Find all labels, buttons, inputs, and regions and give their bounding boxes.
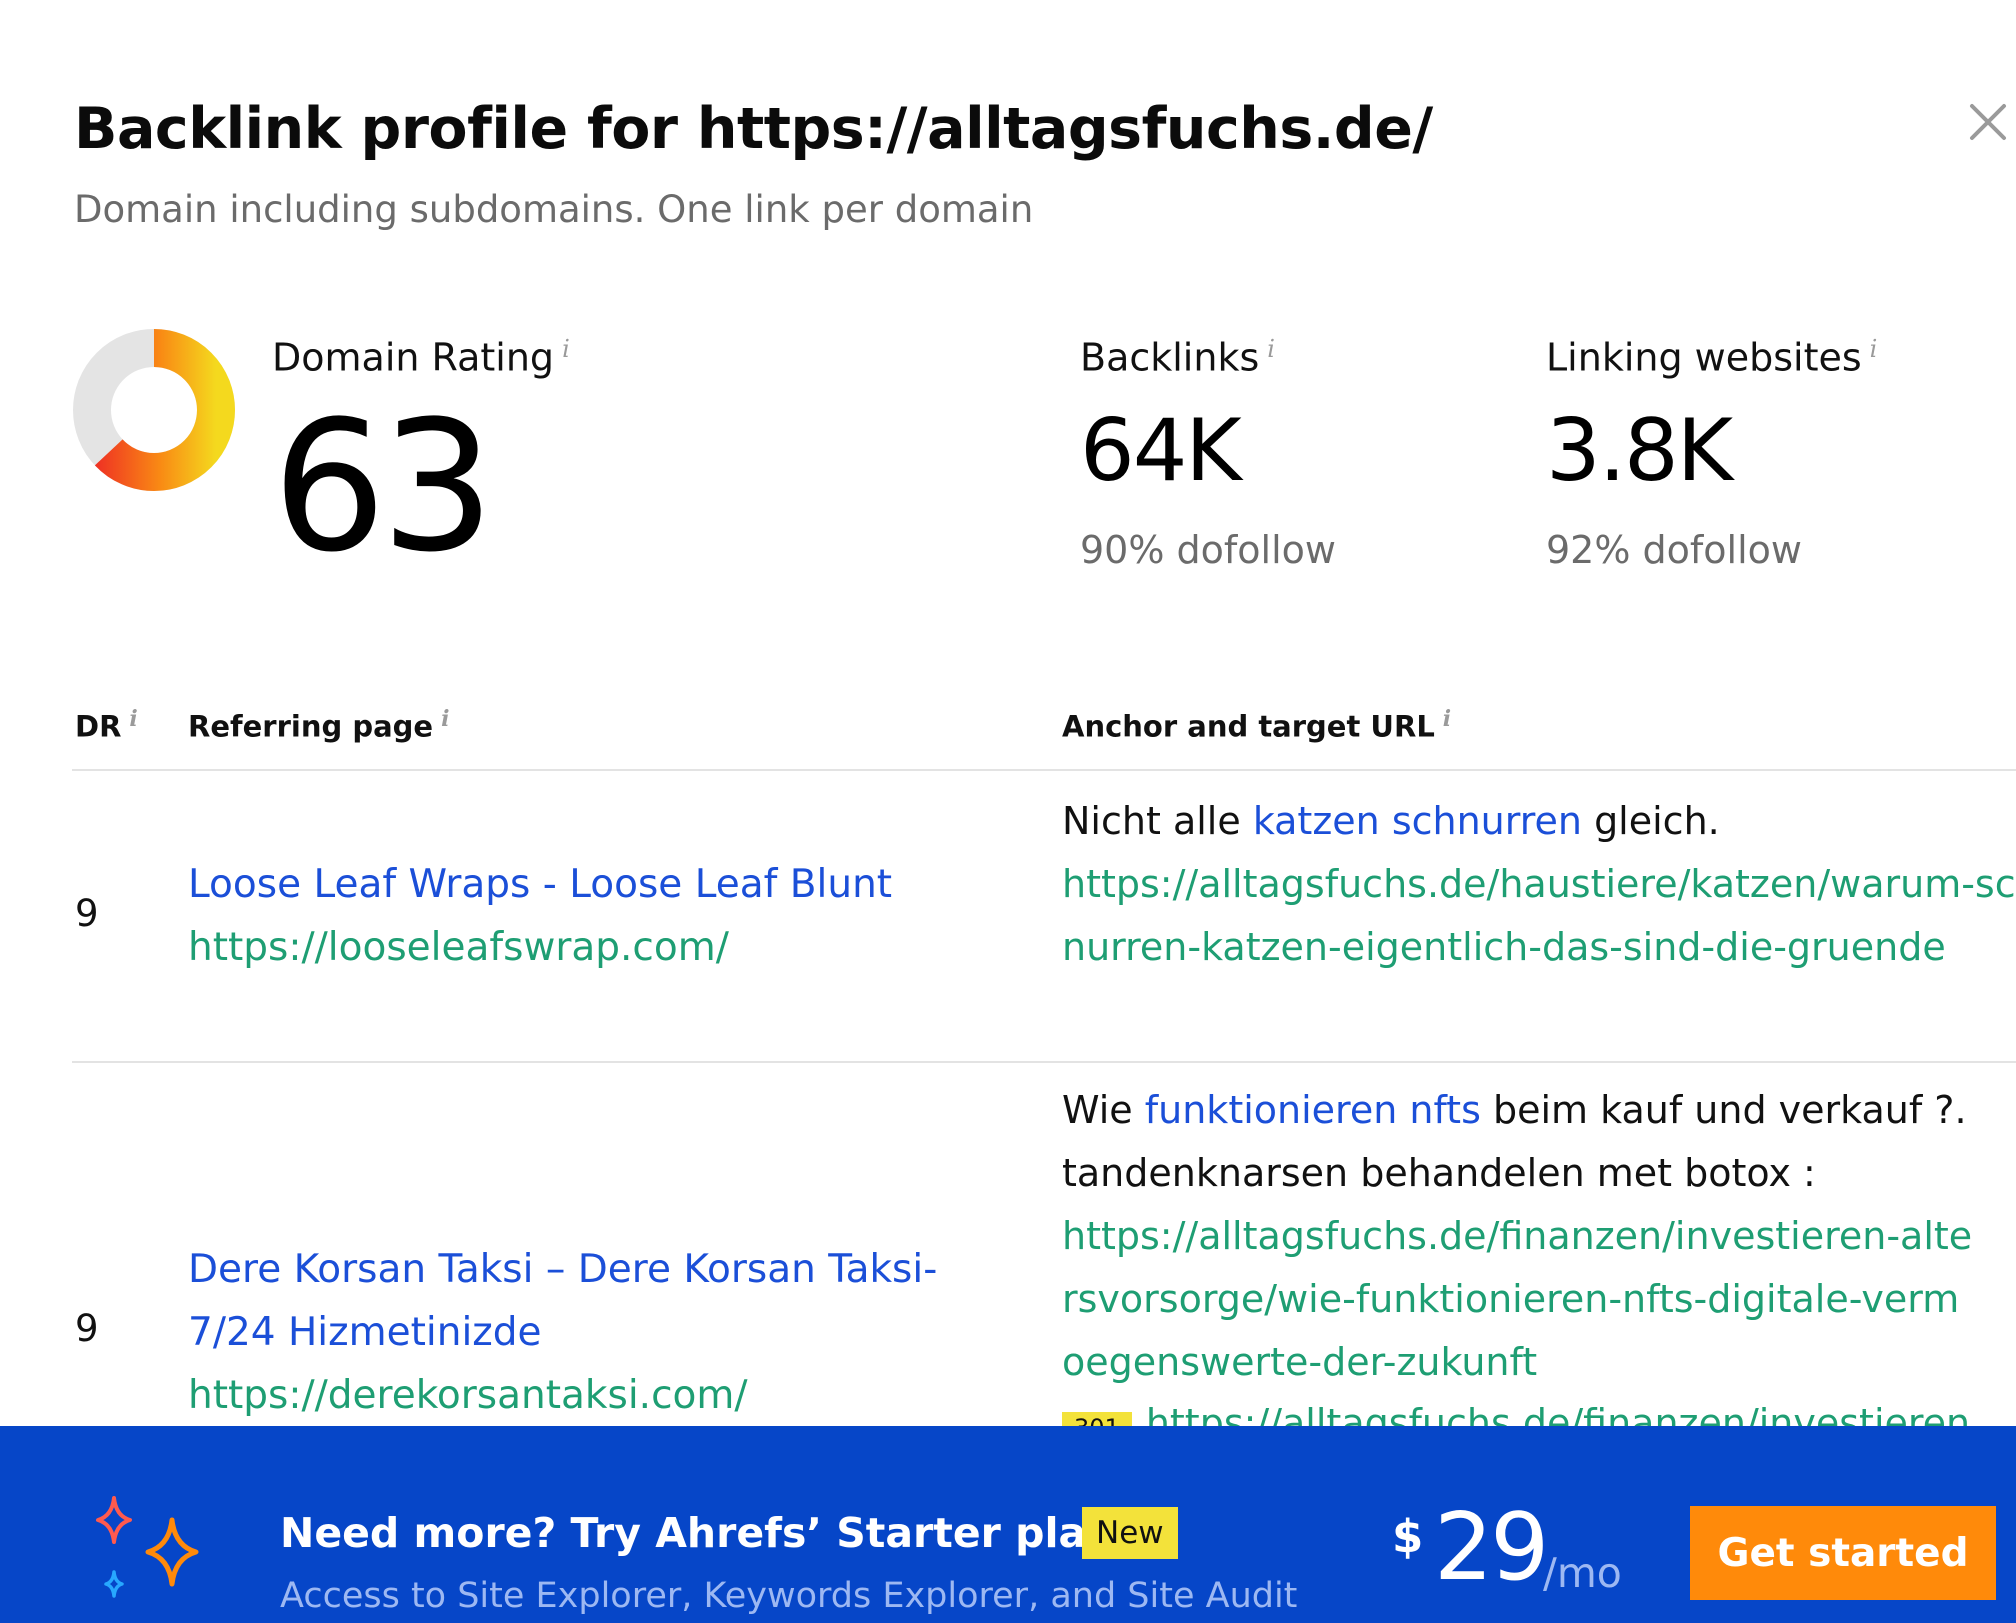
info-icon[interactable]: i: [441, 706, 449, 732]
info-icon[interactable]: i: [562, 335, 570, 363]
column-header-anchor-target[interactable]: Anchor and target URL i: [1062, 706, 1451, 744]
backlinks-dofollow: 90% dofollow: [1080, 528, 1336, 572]
anchor-link[interactable]: funktionieren nfts: [1145, 1088, 1481, 1132]
page-title: Backlink profile for https://alltagsfuch…: [74, 96, 1433, 162]
info-icon[interactable]: i: [1443, 706, 1451, 732]
price-period: /mo: [1543, 1549, 1622, 1597]
referring-page-url-link[interactable]: https://looseleafswrap.com/: [188, 916, 729, 979]
linking-websites-label: Linking websites i: [1546, 335, 1878, 380]
banner-title: Need more? Try Ahrefs’ Starter plan: [280, 1509, 1116, 1557]
page-subtitle: Domain including subdomains. One link pe…: [74, 188, 1034, 231]
close-icon[interactable]: [1964, 98, 2012, 146]
anchor-text: Wie funktionieren nfts beim kauf und ver…: [1062, 1088, 1967, 1195]
sparkle-icon: [96, 1496, 199, 1598]
linking-websites-dofollow: 92% dofollow: [1546, 528, 1802, 572]
target-url-link[interactable]: https://alltagsfuchs.de/haustiere/katzen…: [1062, 853, 2016, 979]
new-badge: New: [1082, 1507, 1178, 1559]
table-header-divider: [72, 769, 2016, 771]
anchor-text: Nicht alle katzen schnurren gleich.: [1062, 799, 1720, 843]
column-header-referring-page[interactable]: Referring page i: [188, 706, 449, 744]
dr-cell: 9: [75, 892, 99, 935]
banner-subtitle: Access to Site Explorer, Keywords Explor…: [280, 1576, 1298, 1616]
referring-page-title-link[interactable]: Dere Korsan Taksi – Dere Korsan Taksi- 7…: [188, 1238, 937, 1364]
anchor-link[interactable]: katzen schnurren: [1253, 799, 1582, 843]
domain-rating-label: Domain Rating i: [272, 335, 570, 380]
referring-page-url-link[interactable]: https://derekorsantaksi.com/: [188, 1364, 748, 1427]
linking-websites-value: 3.8K: [1546, 401, 1733, 501]
row-divider: [72, 1061, 2016, 1063]
column-header-dr[interactable]: DR i: [75, 706, 138, 744]
referring-page-title-link[interactable]: Loose Leaf Wraps - Loose Leaf Blunt: [188, 853, 892, 916]
backlinks-label: Backlinks i: [1080, 335, 1275, 380]
dr-cell: 9: [75, 1307, 99, 1350]
target-url-link[interactable]: https://alltagsfuchs.de/finanzen/investi…: [1062, 1205, 2016, 1394]
price-value: 29: [1434, 1493, 1549, 1601]
info-icon[interactable]: i: [129, 706, 137, 732]
domain-rating-gauge: [73, 329, 235, 491]
backlinks-value: 64K: [1080, 401, 1242, 501]
price-currency: $: [1392, 1510, 1424, 1563]
get-started-button[interactable]: Get started: [1690, 1506, 1996, 1600]
info-icon[interactable]: i: [1870, 335, 1878, 363]
domain-rating-value: 63: [272, 383, 495, 592]
info-icon[interactable]: i: [1267, 335, 1275, 363]
